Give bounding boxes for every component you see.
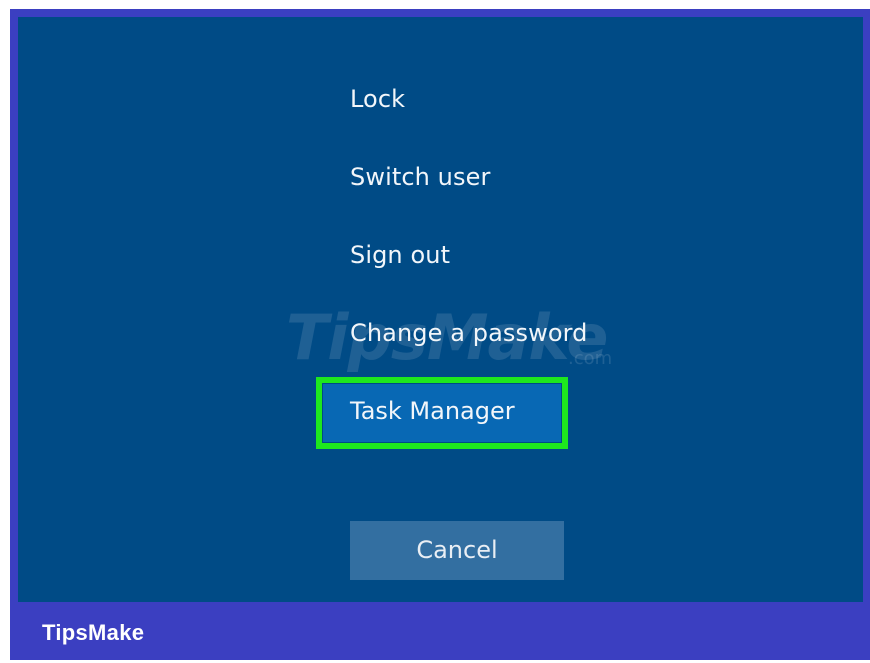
image-frame: TipsMake .com Lock Switch user Sign out … — [0, 0, 870, 663]
task-manager-label: Task Manager — [350, 397, 515, 425]
watermark-suffix: .com — [568, 348, 613, 369]
brand-logo-text: TipsMake — [42, 620, 145, 645]
switch-user-option[interactable]: Switch user — [350, 162, 490, 192]
security-options-screen: TipsMake .com Lock Switch user Sign out … — [18, 17, 863, 602]
brand-footer: TipsMake — [10, 602, 870, 660]
cancel-button[interactable]: Cancel — [350, 521, 564, 580]
task-manager-option[interactable]: Task Manager — [323, 384, 561, 442]
sign-out-option[interactable]: Sign out — [350, 240, 450, 270]
change-password-option[interactable]: Change a password — [350, 318, 588, 348]
lock-option[interactable]: Lock — [350, 84, 405, 114]
